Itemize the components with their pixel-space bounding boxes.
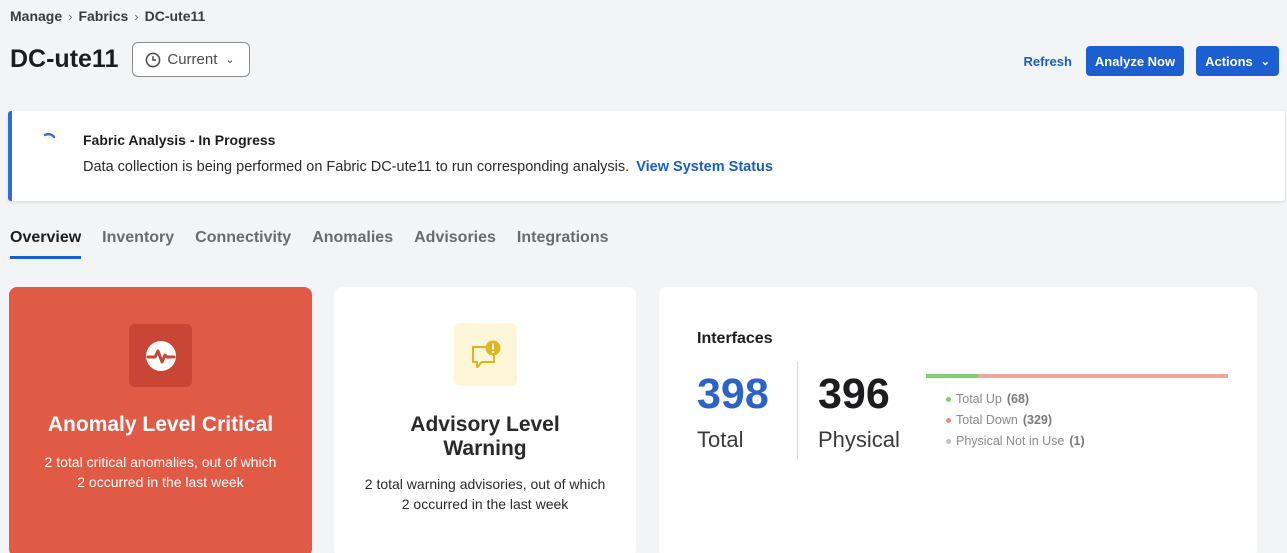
clock-icon	[146, 52, 161, 67]
interfaces-total-stat: 398 Total	[697, 369, 769, 453]
chevron-down-icon: ⌄	[225, 54, 235, 66]
analyze-now-button[interactable]: Analyze Now	[1085, 46, 1185, 76]
stat-divider	[797, 361, 798, 459]
analyze-now-label: Analyze Now	[1094, 53, 1176, 69]
page-title: DC-ute11	[10, 45, 119, 73]
breadcrumb: Manage › Fabrics › DC-ute11	[10, 8, 205, 24]
interfaces-card[interactable]: Interfaces 398 Total 396 Physical Total …	[659, 287, 1257, 553]
bar-segment-up	[926, 374, 978, 378]
interfaces-physical-stat: 396 Physical	[818, 369, 900, 453]
interface-status-bar	[926, 374, 1228, 378]
advisory-level-description: 2 total warning advisories, out of which…	[364, 476, 606, 512]
tab-inventory[interactable]: Inventory	[102, 229, 174, 259]
interface-legend: Total Up (68) Total Down (329) Physical …	[946, 389, 1085, 452]
tab-integrations[interactable]: Integrations	[517, 229, 609, 259]
tab-advisories[interactable]: Advisories	[414, 229, 496, 259]
breadcrumb-fabrics[interactable]: Fabrics	[78, 8, 128, 24]
physical-value: 396	[818, 370, 890, 418]
tab-bar: Overview Inventory Connectivity Anomalie…	[10, 229, 608, 259]
time-range-select[interactable]: Current ⌄	[132, 42, 250, 77]
physical-label: Physical	[818, 427, 900, 452]
legend-not-in-use-count: (1)	[1069, 434, 1085, 448]
tab-anomalies[interactable]: Anomalies	[312, 229, 393, 259]
banner-body-text: Data collection is being performed on Fa…	[83, 159, 630, 175]
banner-message: Data collection is being performed on Fa…	[83, 159, 773, 175]
legend-down-label: Total Down	[956, 413, 1018, 427]
breadcrumb-separator: ›	[134, 8, 139, 24]
view-system-status-link[interactable]: View System Status	[636, 159, 773, 175]
breadcrumb-manage[interactable]: Manage	[10, 8, 62, 24]
anomaly-level-description: 2 total critical anomalies, out of which…	[44, 454, 277, 490]
interfaces-heading: Interfaces	[697, 330, 773, 347]
breadcrumb-separator: ›	[68, 8, 73, 24]
spinner-icon	[43, 132, 56, 139]
legend-down-count: (329)	[1022, 413, 1053, 427]
refresh-button[interactable]: Refresh	[1024, 54, 1072, 69]
time-select-value: Current	[167, 51, 218, 68]
legend-dot-down	[946, 418, 951, 423]
anomaly-level-card[interactable]: Anomaly Level Critical 2 total critical …	[9, 287, 312, 553]
legend-up-count: (68)	[1006, 392, 1030, 406]
advisory-badge	[454, 323, 517, 386]
bar-segment-down	[977, 374, 1228, 378]
total-label: Total	[697, 427, 744, 452]
legend-up-label: Total Up	[956, 392, 1002, 406]
advisory-level-title: Advisory Level Warning	[410, 413, 560, 460]
title-row: DC-ute11 Current ⌄	[10, 42, 250, 77]
anomaly-level-title: Anomaly Level Critical	[47, 413, 274, 436]
chevron-down-icon: ⌄	[1260, 55, 1270, 68]
breadcrumb-current: DC-ute11	[144, 8, 206, 24]
legend-dot-not-in-use	[946, 439, 951, 444]
anomaly-pulse-icon	[145, 340, 176, 371]
actions-button[interactable]: Actions ⌄	[1196, 46, 1279, 76]
total-value: 398	[697, 370, 769, 418]
legend-dot-up	[946, 397, 951, 402]
legend-total-up: Total Up (68)	[946, 389, 1085, 410]
advisory-level-card[interactable]: Advisory Level Warning 2 total warning a…	[334, 287, 636, 553]
tab-connectivity[interactable]: Connectivity	[195, 229, 291, 259]
tab-overview[interactable]: Overview	[10, 229, 82, 259]
advisory-warning-icon	[471, 340, 500, 368]
actions-label: Actions	[1205, 53, 1253, 69]
anomaly-badge	[129, 324, 192, 387]
legend-total-down: Total Down (329)	[946, 410, 1085, 431]
banner-title: Fabric Analysis - In Progress	[83, 132, 276, 148]
analysis-progress-banner: Fabric Analysis - In Progress Data colle…	[8, 111, 1285, 201]
header-actions: Refresh Analyze Now Actions ⌄	[1024, 46, 1279, 76]
legend-not-in-use-label: Physical Not in Use	[956, 434, 1065, 448]
legend-not-in-use: Physical Not in Use (1)	[946, 431, 1085, 452]
